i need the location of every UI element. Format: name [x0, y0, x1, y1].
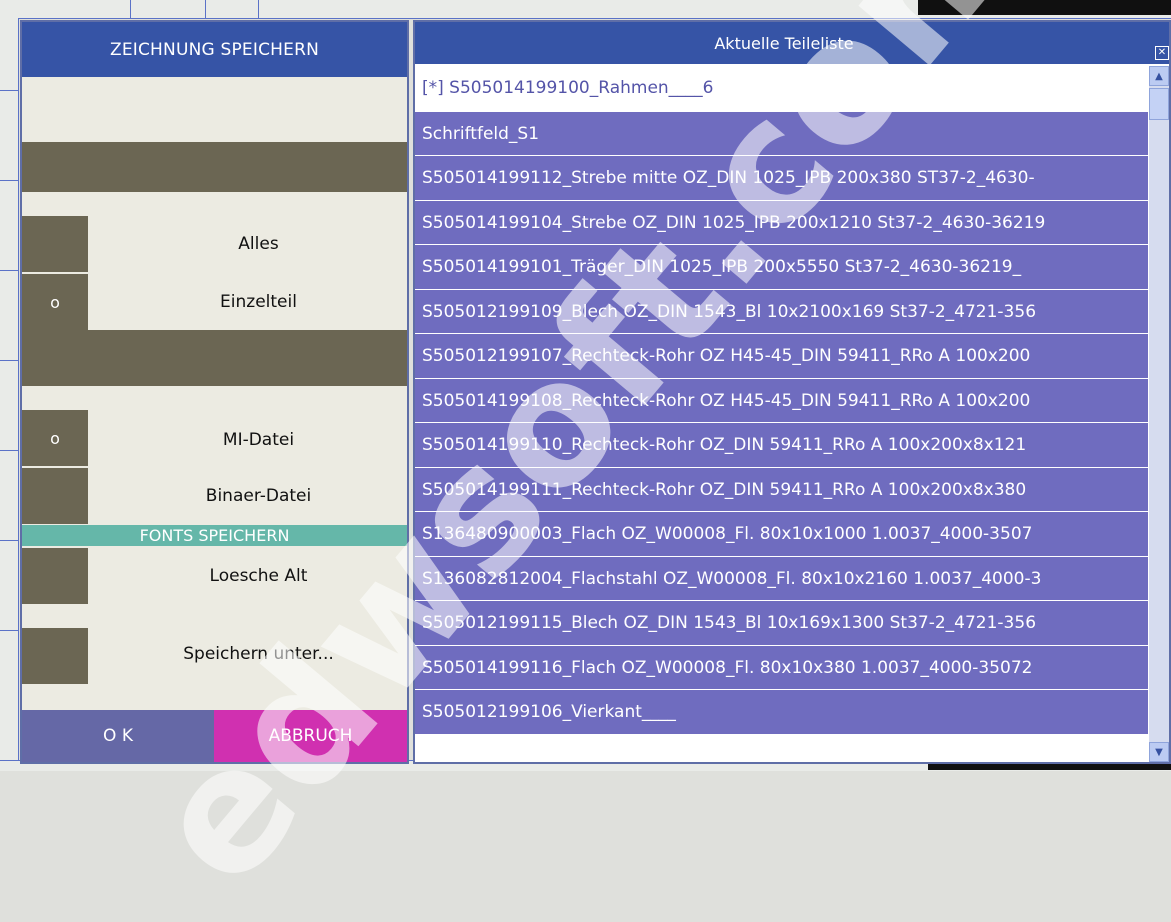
frame-tick	[0, 270, 18, 271]
chevron-down-icon: ▼	[1155, 746, 1163, 758]
speichern-unter-toggle[interactable]	[22, 628, 88, 684]
alles-toggle[interactable]	[22, 216, 88, 272]
list-item[interactable]: S136480900003_Flach OZ_W00008_Fl. 80x10x…	[415, 511, 1148, 556]
dialog-title: Aktuelle Teileliste	[415, 22, 1153, 64]
speichern-unter-label[interactable]: Speichern unter...	[110, 644, 407, 664]
scroll-up-button[interactable]: ▲	[1149, 66, 1169, 86]
close-button[interactable]: ✕	[1153, 22, 1169, 64]
cad-background-left	[0, 18, 19, 770]
frame-tick	[130, 0, 131, 18]
list-item[interactable]: S136082812004_Flachstahl OZ_W00008_Fl. 8…	[415, 555, 1148, 600]
ok-button[interactable]: O K	[22, 710, 214, 762]
einzelteil-toggle[interactable]: o	[22, 274, 88, 330]
frame-tick	[0, 360, 18, 361]
parts-list-dialog: Aktuelle Teileliste ✕ [*] S505014199100_…	[413, 20, 1171, 764]
loesche-alt-label[interactable]: Loesche Alt	[110, 566, 407, 586]
frame-tick	[0, 450, 18, 451]
mi-datei-label[interactable]: MI-Datei	[110, 430, 407, 450]
list-item-selected[interactable]: [*] S505014199100_Rahmen____6	[415, 66, 1148, 111]
frame-tick	[0, 180, 18, 181]
frame-tick	[0, 630, 18, 631]
list-item[interactable]: S505014199110_Rechteck-Rohr OZ_DIN 59411…	[415, 422, 1148, 467]
cancel-button[interactable]: ABBRUCH	[214, 710, 407, 762]
separator-bar	[22, 330, 407, 386]
frame-tick	[0, 540, 18, 541]
list-item[interactable]: S505014199112_Strebe mitte OZ_DIN 1025_I…	[415, 155, 1148, 200]
list-item[interactable]: S505012199106_Vierkant____	[415, 689, 1148, 734]
alles-label[interactable]: Alles	[110, 234, 407, 254]
loesche-alt-toggle[interactable]	[22, 548, 88, 604]
save-drawing-dialog: ZEICHNUNG SPEICHERN Alles o Einzelteil o…	[20, 20, 409, 764]
binaer-datei-toggle[interactable]	[22, 468, 88, 524]
scroll-down-button[interactable]: ▼	[1149, 742, 1169, 762]
close-icon: ✕	[1155, 46, 1169, 60]
cad-viewport-strip	[918, 0, 1171, 15]
list-item[interactable]: S505014199104_Strebe OZ_DIN 1025_IPB 200…	[415, 199, 1148, 244]
scrollbar-thumb[interactable]	[1149, 88, 1169, 120]
parts-list[interactable]: [*] S505014199100_Rahmen____6 Schriftfel…	[415, 66, 1148, 762]
dialog-button-row: O K ABBRUCH	[22, 710, 407, 762]
frame-tick	[205, 0, 206, 18]
frame-tick	[0, 90, 18, 91]
dialog-title: ZEICHNUNG SPEICHERN	[22, 22, 407, 77]
vertical-scrollbar[interactable]: ▲ ▼	[1149, 66, 1169, 762]
separator-bar	[22, 142, 407, 192]
mi-datei-toggle[interactable]: o	[22, 410, 88, 466]
frame-tick	[258, 0, 259, 18]
list-item[interactable]: S505014199111_Rechteck-Rohr OZ_DIN 59411…	[415, 466, 1148, 511]
list-item[interactable]: S505014199108_Rechteck-Rohr OZ H45-45_DI…	[415, 377, 1148, 422]
list-item[interactable]: Schriftfeld_S1	[415, 110, 1148, 155]
list-item[interactable]: S505012199115_Blech OZ_DIN 1543_Bl 10x16…	[415, 600, 1148, 645]
list-item[interactable]: S505012199109_Blech OZ_DIN 1543_Bl 10x21…	[415, 288, 1148, 333]
chevron-up-icon: ▲	[1155, 70, 1163, 82]
fonts-section-header: FONTS SPEICHERN	[22, 525, 407, 546]
list-item[interactable]: S505014199101_Träger_DIN 1025_IPB 200x55…	[415, 244, 1148, 289]
binaer-datei-label[interactable]: Binaer-Datei	[110, 486, 407, 506]
einzelteil-label[interactable]: Einzelteil	[110, 292, 407, 312]
list-item[interactable]: S505012199107_Rechteck-Rohr OZ H45-45_DI…	[415, 333, 1148, 378]
list-item[interactable]: S505014199116_Flach OZ_W00008_Fl. 80x10x…	[415, 644, 1148, 689]
